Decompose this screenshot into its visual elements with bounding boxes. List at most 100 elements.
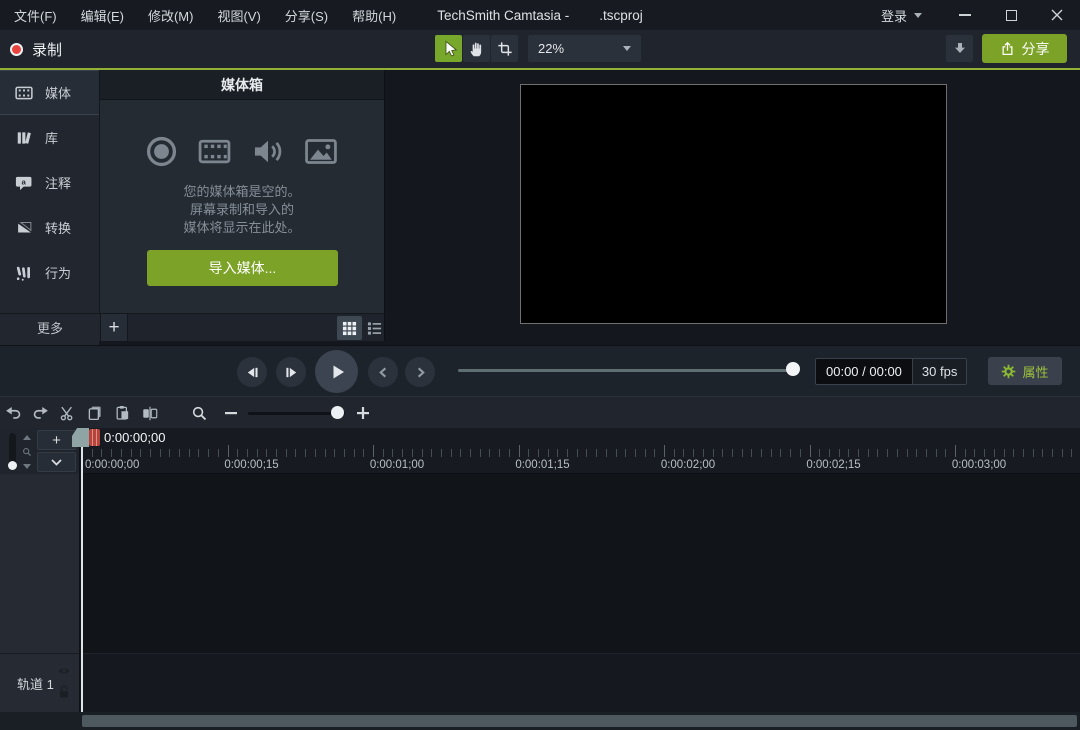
crop-tool-button[interactable] <box>491 35 518 62</box>
undo-button[interactable] <box>2 401 26 425</box>
sidebar-item-behaviors[interactable]: 行为 <box>0 250 99 295</box>
ruler-tick <box>489 449 490 457</box>
paste-button[interactable] <box>110 401 134 425</box>
sidebar-more-button[interactable]: 更多 <box>0 313 100 341</box>
menu-file[interactable]: 文件(F) <box>14 6 57 25</box>
library-icon <box>13 129 35 147</box>
ruler-tick <box>1004 449 1005 457</box>
timeline-zoom-slider-handle[interactable] <box>331 406 344 419</box>
ruler-tick <box>198 449 199 457</box>
ruler-tick <box>683 449 684 457</box>
timeline-scrollbar-thumb[interactable] <box>82 715 1077 727</box>
minimize-button[interactable] <box>942 0 988 30</box>
next-button[interactable] <box>405 357 435 387</box>
redo-button[interactable] <box>28 401 52 425</box>
ruler-tick <box>693 449 694 457</box>
sidebar-item-media[interactable]: 媒体 <box>0 70 99 115</box>
timeline-ruler[interactable]: 0:00:00;000:00:00;150:00:01;000:00:01;15… <box>82 428 1080 474</box>
maximize-icon <box>1006 10 1017 21</box>
sidebar-item-transitions[interactable]: 转换 <box>0 205 99 250</box>
ruler-tick <box>926 449 927 457</box>
ruler-tick <box>325 449 326 457</box>
ruler-tick <box>751 449 752 457</box>
ruler-tick <box>412 449 413 457</box>
timeline-toolbar <box>0 396 1080 428</box>
ruler-tick <box>819 449 820 457</box>
split-button[interactable] <box>138 401 162 425</box>
ruler-tick <box>111 449 112 457</box>
menu-share[interactable]: 分享(S) <box>285 6 328 25</box>
ruler-tick <box>645 449 646 457</box>
maximize-button[interactable] <box>988 0 1034 30</box>
properties-button[interactable]: 属性 <box>988 357 1062 385</box>
previous-button[interactable] <box>368 357 398 387</box>
play-button[interactable] <box>315 350 358 393</box>
magnifier-icon <box>191 405 208 422</box>
track-options-button[interactable] <box>37 452 76 472</box>
track-height-zoom-control[interactable] <box>20 435 34 469</box>
time-display: 00:00 / 00:00 30 fps <box>815 358 967 385</box>
track-visibility-toggle[interactable] <box>57 665 71 677</box>
playhead-line[interactable] <box>81 446 83 712</box>
ruler-tick <box>92 449 93 457</box>
timeline-zoom-magnifier-button[interactable] <box>187 401 211 425</box>
ruler-tick <box>713 449 714 457</box>
signin-button[interactable]: 登录 <box>861 0 942 30</box>
ruler-label: 0:00:02;00 <box>661 459 715 471</box>
titlebar: 文件(F)编辑(E)修改(M)视图(V)分享(S)帮助(H) TechSmith… <box>0 0 1080 30</box>
ruler-label: 0:00:02;15 <box>806 459 860 471</box>
list-view-button[interactable] <box>362 316 387 340</box>
share-button[interactable]: 分享 <box>982 34 1067 63</box>
camtasia-window: 文件(F)编辑(E)修改(M)视图(V)分享(S)帮助(H) TechSmith… <box>0 0 1080 730</box>
empty-text-line: 屏幕录制和导入的 <box>100 201 384 219</box>
ruler-tick <box>179 449 180 457</box>
step-back-button[interactable] <box>237 357 267 387</box>
timeline-gutter-header: + <box>0 428 80 474</box>
cursor-tool-button[interactable] <box>435 35 462 62</box>
track-lane[interactable] <box>82 653 1080 712</box>
canvas-zoom-select[interactable]: 22% <box>528 35 641 62</box>
track-height-slider-handle[interactable] <box>8 461 17 470</box>
empty-text-line: 您的媒体箱是空的。 <box>100 183 384 201</box>
playhead-marker[interactable] <box>89 429 100 446</box>
menu-help[interactable]: 帮助(H) <box>352 6 396 25</box>
close-icon <box>1051 9 1063 21</box>
ruler-tick <box>470 449 471 457</box>
timeline-zoom-minus-button[interactable] <box>219 401 243 425</box>
ruler-tick <box>829 449 830 457</box>
plus-icon: + <box>52 433 61 448</box>
seek-slider-track[interactable] <box>458 369 795 372</box>
menu-edit[interactable]: 编辑(E) <box>81 6 124 25</box>
menu-view[interactable]: 视图(V) <box>217 6 260 25</box>
ruler-tick <box>771 449 772 457</box>
close-button[interactable] <box>1034 0 1080 30</box>
pan-tool-button[interactable] <box>463 35 490 62</box>
import-media-button[interactable]: 导入媒体... <box>147 250 338 286</box>
sidebar-item-annotations[interactable]: a注释 <box>0 160 99 205</box>
timeline-zoom-plus-button[interactable] <box>351 401 375 425</box>
track-lock-toggle[interactable] <box>58 684 70 699</box>
sidebar-item-library[interactable]: 库 <box>0 115 99 160</box>
timeline-empty-area[interactable] <box>82 474 1080 653</box>
cut-button[interactable] <box>55 401 79 425</box>
media-bin-empty-icons <box>100 135 384 168</box>
ruler-tick <box>344 449 345 457</box>
grid-view-button[interactable] <box>337 316 362 340</box>
paste-icon <box>114 404 131 422</box>
ruler-tick <box>218 449 219 457</box>
add-tool-button[interactable]: + <box>100 313 128 341</box>
fps-display: 30 fps <box>912 359 966 384</box>
menu-modify[interactable]: 修改(M) <box>148 6 194 25</box>
track-name[interactable]: 轨道 1 <box>17 654 54 713</box>
ruler-tick <box>916 449 917 457</box>
step-forward-button[interactable] <box>276 357 306 387</box>
copy-button[interactable] <box>83 401 107 425</box>
record-icon <box>10 43 23 56</box>
transition-icon <box>13 219 35 236</box>
record-button[interactable]: 录制 <box>10 30 62 68</box>
export-local-button[interactable] <box>946 35 973 62</box>
seek-slider-handle[interactable] <box>786 362 800 376</box>
add-track-button[interactable]: + <box>37 430 76 450</box>
share-label: 分享 <box>1022 39 1050 59</box>
preview-canvas[interactable] <box>520 84 947 324</box>
